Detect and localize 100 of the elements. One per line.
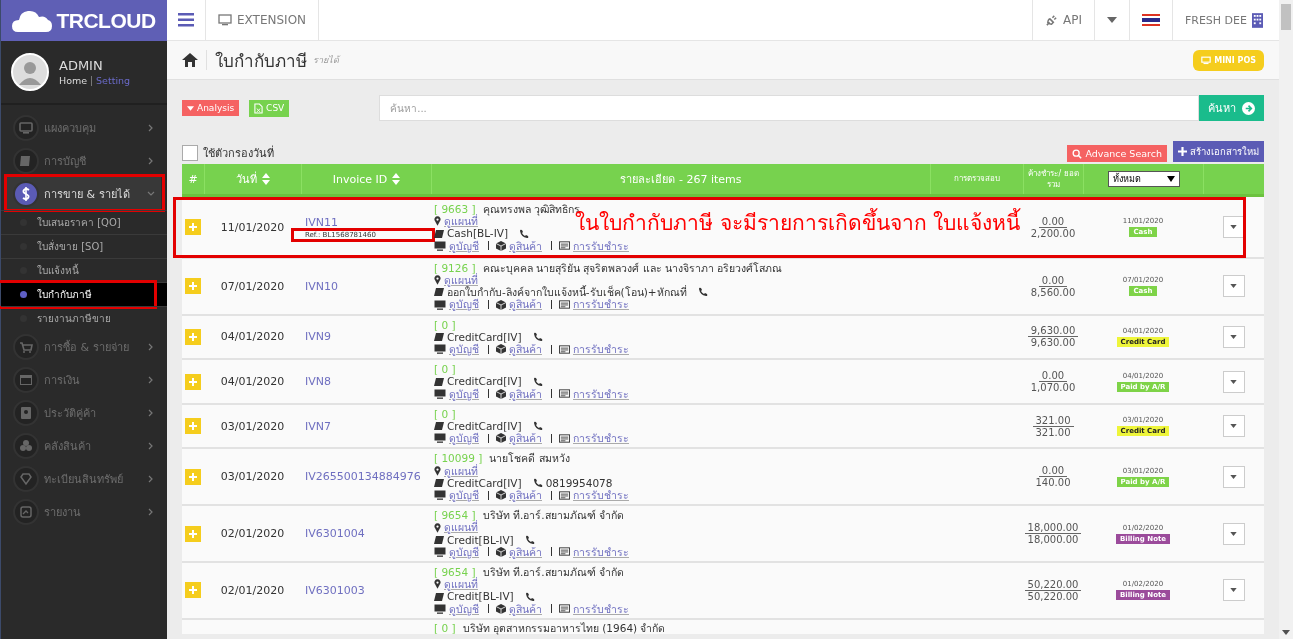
extension-button[interactable]: EXTENSION (206, 0, 320, 40)
row-actions-button[interactable] (1222, 275, 1245, 298)
payment-link[interactable]: การรับชำระ (573, 602, 629, 615)
map-link[interactable]: ดูแผนที่ (444, 578, 478, 591)
menu-item[interactable]: ทะเบียนสินทรัพย์ (1, 462, 167, 495)
scrollbar-thumb[interactable] (1281, 4, 1291, 30)
invoice-link[interactable]: IVN8 (305, 375, 431, 389)
product-link[interactable]: ดูสินค้า (509, 489, 542, 502)
setting-link[interactable]: Setting (96, 75, 131, 86)
total-amount: 2,200.00 (1029, 227, 1077, 239)
chevron-icon (147, 408, 155, 417)
advance-search-button[interactable]: Advance Search (1067, 145, 1167, 162)
scrollbar[interactable] (1279, 0, 1293, 639)
account-link[interactable]: ดูบัญชี (449, 545, 479, 559)
account-link[interactable]: ดูบัญชี (449, 387, 479, 400)
payment-method: CreditCard[IV] (447, 330, 522, 344)
status-filter-select[interactable]: ทั้งหมด (1107, 171, 1180, 187)
product-link[interactable]: ดูสินค้า (509, 432, 542, 445)
submenu-item[interactable]: ใบเสนอราคา [QO] (1, 210, 167, 234)
map-link[interactable]: ดูแผนที่ (444, 215, 478, 228)
phone-icon (532, 421, 543, 432)
chevron-icon (147, 342, 155, 351)
row-actions-button[interactable] (1222, 415, 1245, 438)
expand-button[interactable] (185, 468, 201, 485)
product-link[interactable]: ดูสินค้า (509, 239, 542, 252)
product-link[interactable]: ดูสินค้า (509, 343, 542, 356)
invoice-link[interactable]: IV6301004 (305, 527, 431, 541)
date-text: 04/01/2020 (220, 330, 285, 344)
invoice-link[interactable]: IVN7 (305, 419, 431, 433)
api-button[interactable]: API (1031, 0, 1094, 40)
search-icon (1072, 148, 1083, 159)
chevron-icon (147, 375, 155, 384)
customer-code: [ 0 ] (434, 318, 456, 331)
payment-link[interactable]: การรับชำระ (573, 343, 629, 356)
analysis-button[interactable]: Analysis (182, 100, 240, 116)
submenu-item[interactable]: รายงานภาษีขาย (1, 306, 167, 330)
plus-icon (189, 472, 197, 481)
payment-link[interactable]: การรับชำระ (573, 298, 629, 311)
expand-button[interactable] (185, 328, 201, 345)
payment-link[interactable]: การรับชำระ (573, 239, 629, 252)
chevron-icon (147, 441, 155, 450)
row-actions-button[interactable] (1222, 465, 1245, 488)
expand-button[interactable] (185, 219, 201, 236)
search-field[interactable]: ค้นหา... (379, 95, 1199, 121)
expand-button[interactable] (185, 525, 201, 542)
payment-link[interactable]: การรับชำระ (573, 545, 629, 559)
home-link[interactable]: Home (59, 75, 88, 86)
monitor-icon (434, 240, 446, 251)
account-link[interactable]: ดูบัญชี (449, 432, 479, 445)
product-link[interactable]: ดูสินค้า (509, 602, 542, 615)
row-actions-button[interactable] (1222, 522, 1245, 545)
expand-button[interactable] (185, 373, 201, 390)
file-icon (254, 102, 264, 114)
scroll-down-icon[interactable] (1282, 630, 1290, 635)
expand-button[interactable] (185, 582, 201, 599)
menu-item[interactable]: การบัญชี (1, 144, 167, 177)
submenu-item[interactable]: ใบสั่งขาย [SO] (1, 234, 167, 258)
submenu-item[interactable]: ใบกำกับภาษี (1, 282, 167, 306)
row-actions-button[interactable] (1222, 579, 1245, 602)
menu-item[interactable]: คลังสินค้า (1, 429, 167, 462)
invoice-link[interactable]: IV6301003 (305, 584, 431, 597)
menu-item[interactable]: ประวัติคู่ค้า (1, 396, 167, 429)
submenu-item[interactable]: ใบแจ้งหนี้ (1, 258, 167, 282)
map-link[interactable]: ดูแผนที่ (444, 274, 478, 287)
total-amount: 140.00 (1034, 477, 1072, 489)
menu-item[interactable]: แผงควบคุม (1, 111, 167, 144)
invoice-link[interactable]: IV265500134884976 (305, 470, 431, 484)
cube-icon (496, 299, 506, 310)
payment-link[interactable]: การรับชำระ (573, 387, 629, 400)
search-button[interactable]: ค้นหา (1199, 95, 1264, 121)
row-actions-button[interactable] (1222, 325, 1245, 348)
account-link[interactable]: ดูบัญชี (449, 343, 479, 356)
row-actions-button[interactable] (1222, 370, 1245, 393)
map-link[interactable]: ดูแผนที่ (444, 521, 478, 534)
map-link[interactable]: ดูแผนที่ (444, 464, 478, 477)
plus-icon (189, 529, 197, 538)
product-link[interactable]: ดูสินค้า (509, 298, 542, 311)
product-link[interactable]: ดูสินค้า (509, 545, 542, 559)
account-link[interactable]: ดูบัญชี (449, 489, 479, 502)
cube-icon (496, 433, 506, 444)
row-actions-button[interactable] (1222, 216, 1245, 239)
invoice-link[interactable]: IVN11 (305, 215, 431, 229)
plus-icon (189, 282, 197, 291)
date-filter-checkbox[interactable] (182, 145, 198, 161)
expand-button[interactable] (185, 278, 201, 295)
create-document-button[interactable]: สร้างเอกสารใหม่ (1173, 141, 1264, 162)
invoice-link[interactable]: IVN10 (305, 279, 431, 293)
payment-link[interactable]: การรับชำระ (573, 432, 629, 445)
account-link[interactable]: ดูบัญชี (449, 602, 479, 615)
account-link[interactable]: ดูบัญชี (449, 298, 479, 311)
calendar-icon (13, 366, 39, 393)
invoice-link[interactable]: IVN9 (305, 330, 431, 344)
account-link[interactable]: ดูบัญชี (449, 239, 479, 252)
menu-item[interactable]: การซื้อ & รายจ่าย (1, 330, 167, 363)
payment-link[interactable]: การรับชำระ (573, 489, 629, 502)
home-icon (182, 53, 198, 67)
menu-item[interactable]: รายงาน (1, 495, 167, 528)
expand-button[interactable] (185, 418, 201, 435)
menu-item[interactable]: การเงิน (1, 363, 167, 396)
product-link[interactable]: ดูสินค้า (509, 387, 542, 400)
